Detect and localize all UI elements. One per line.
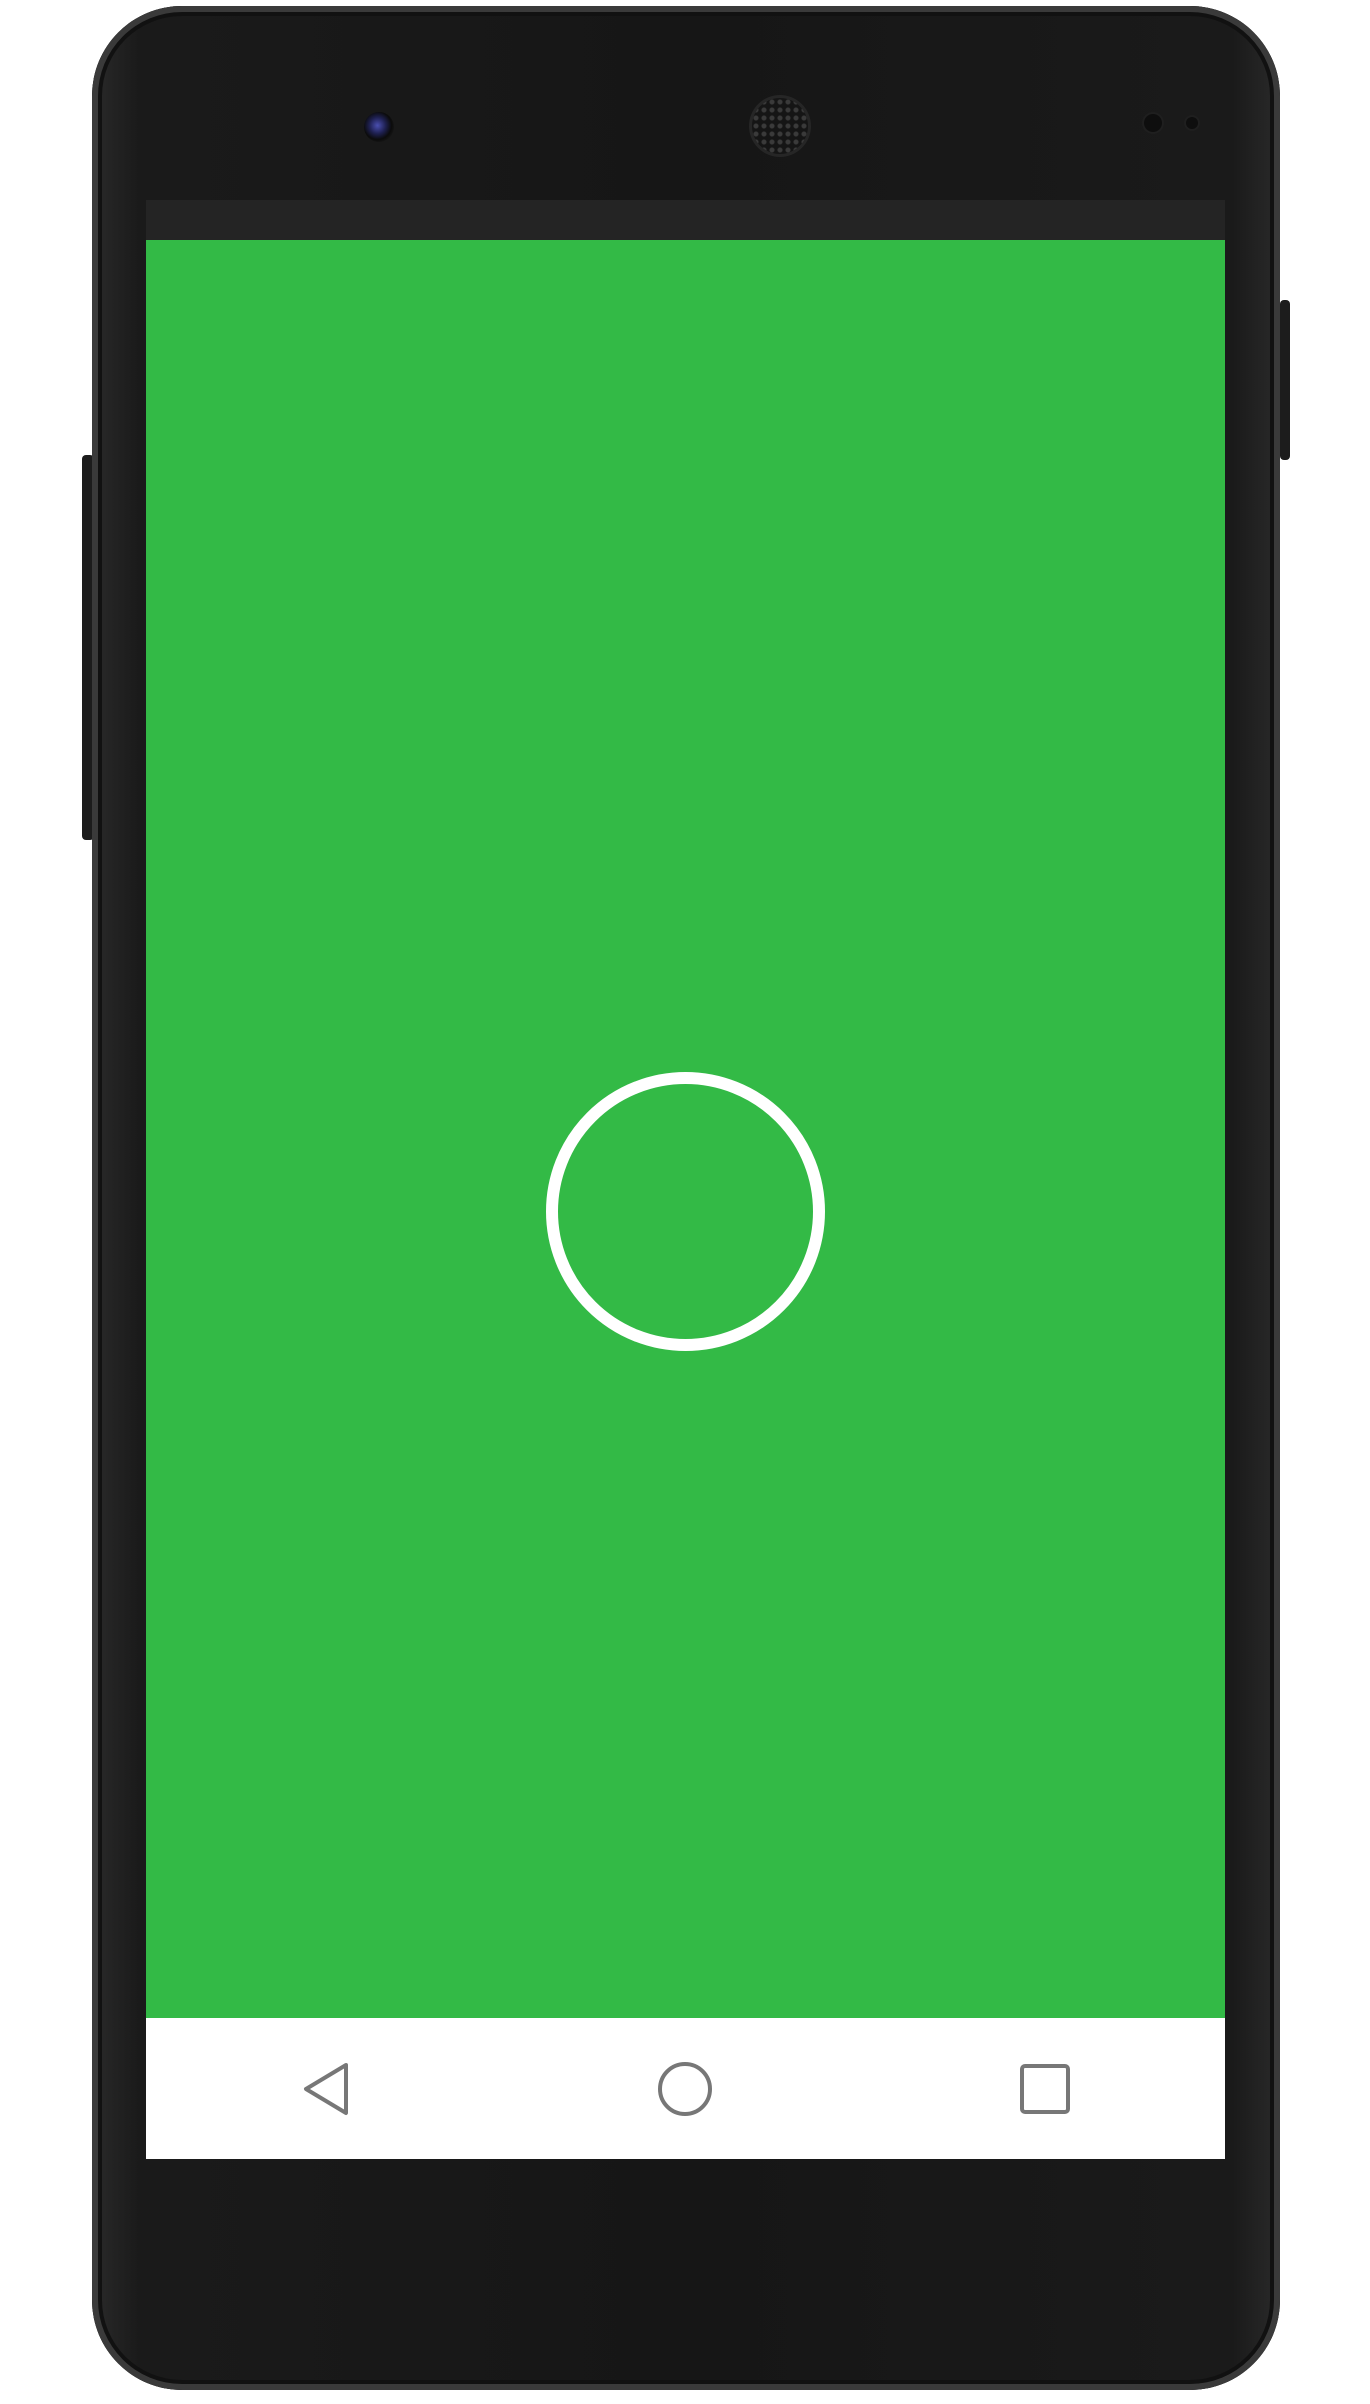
proximity-sensor-icon — [1144, 114, 1162, 132]
recents-square-icon — [1020, 2063, 1071, 2114]
back-triangle-icon — [303, 2062, 348, 2115]
power-button — [1280, 300, 1290, 460]
center-ring-button[interactable] — [546, 1072, 825, 1351]
phone-screen — [146, 200, 1225, 2159]
status-bar — [146, 200, 1225, 240]
back-button[interactable] — [281, 2044, 371, 2134]
home-circle-icon — [658, 2061, 713, 2116]
light-sensor-icon — [1186, 117, 1198, 129]
recents-button[interactable] — [1000, 2044, 1090, 2134]
home-button[interactable] — [640, 2044, 730, 2134]
app-content — [146, 240, 1225, 2018]
device-mockup — [0, 0, 1370, 2404]
navigation-bar — [146, 2018, 1225, 2159]
earpiece-speaker-icon — [752, 98, 808, 154]
front-camera-icon — [364, 112, 394, 142]
